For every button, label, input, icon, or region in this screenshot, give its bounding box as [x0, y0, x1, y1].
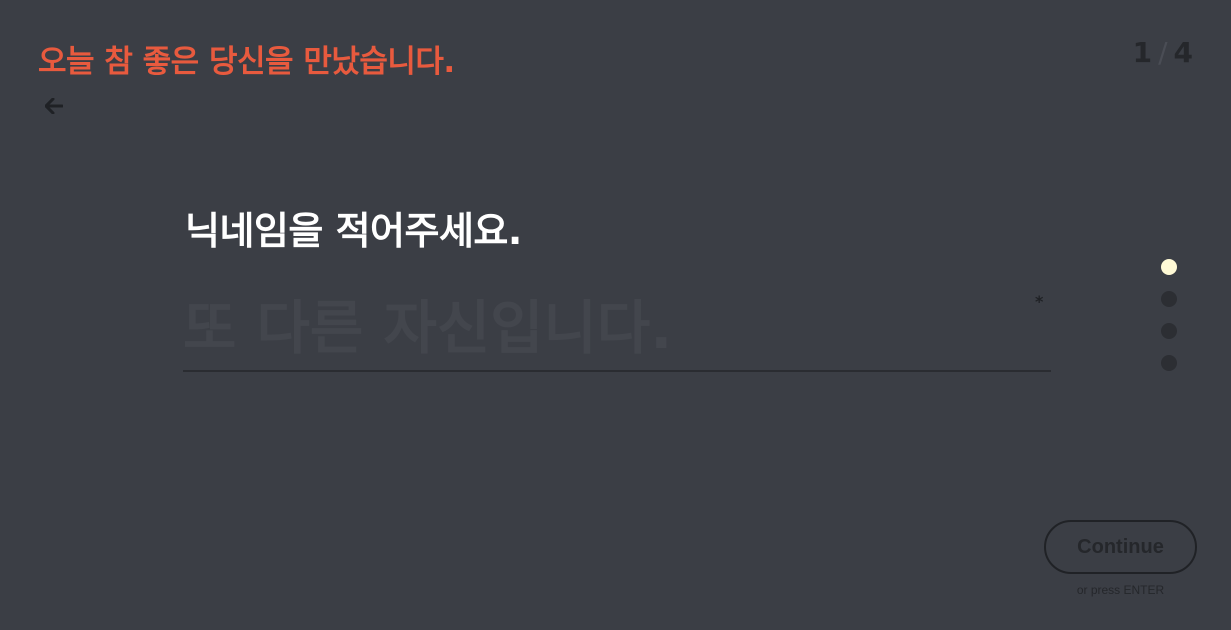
- continue-button[interactable]: Continue: [1044, 520, 1197, 574]
- page-title: 오늘 참 좋은 당신을 만났습니다.: [38, 44, 455, 80]
- arrow-left-icon: [45, 98, 63, 114]
- progress-indicator: 1/4: [1133, 36, 1193, 69]
- step-dot-navigation: [1161, 259, 1177, 387]
- nickname-input[interactable]: [183, 290, 1051, 372]
- back-button[interactable]: [40, 92, 68, 120]
- step-dot-3[interactable]: [1161, 323, 1177, 339]
- step-dot-2[interactable]: [1161, 291, 1177, 307]
- step-dot-1[interactable]: [1161, 259, 1177, 275]
- progress-separator: /: [1158, 36, 1168, 69]
- enter-hint: or press ENTER: [1076, 583, 1165, 597]
- question-text: 닉네임을 적어주세요.: [185, 209, 522, 253]
- step-dot-4[interactable]: [1161, 355, 1177, 371]
- progress-total: 4: [1173, 36, 1193, 69]
- progress-current: 1: [1132, 36, 1153, 69]
